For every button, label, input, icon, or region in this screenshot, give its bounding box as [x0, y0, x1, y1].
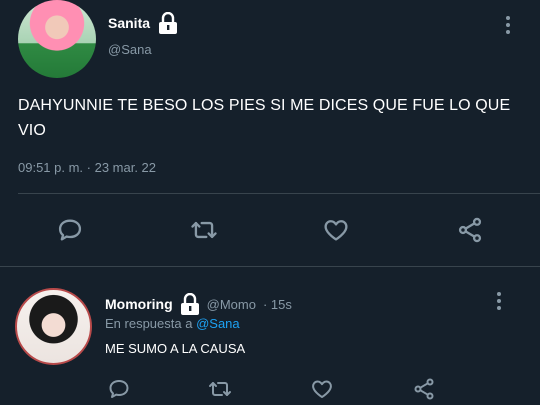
reply-author-row: Momoring @Momo · 15s	[105, 292, 292, 315]
reply-time: · 15s	[262, 296, 292, 312]
like-icon[interactable]	[306, 373, 338, 405]
lock-icon	[180, 292, 200, 315]
author-name-row: Sanita	[108, 11, 178, 34]
retweet-icon[interactable]	[188, 214, 220, 246]
timestamp[interactable]: 09:51 p. m. · 23 mar. 22	[18, 160, 156, 175]
comment-icon[interactable]	[103, 373, 135, 405]
more-options-icon[interactable]	[496, 292, 502, 314]
handle: @Momo	[206, 296, 256, 312]
more-options-icon[interactable]	[505, 16, 511, 38]
handle: @Sana	[108, 42, 152, 57]
share-icon[interactable]	[454, 214, 486, 246]
reply-text: ME SUMO A LA CAUSA	[105, 341, 246, 356]
avatar[interactable]	[18, 0, 96, 78]
tweet-text: DAHYUNNIE TE BESO LOS PIES SI ME DICES Q…	[18, 97, 511, 139]
divider	[18, 193, 540, 194]
reply-context: En respuesta a @Sana	[105, 316, 240, 331]
display-name[interactable]: Sanita	[108, 15, 150, 31]
reply-to-link[interactable]: @Sana	[196, 316, 240, 331]
display-name[interactable]: Momoring	[105, 296, 173, 312]
lock-icon	[158, 11, 178, 34]
divider	[0, 266, 540, 267]
avatar[interactable]	[15, 288, 92, 365]
like-icon[interactable]	[320, 214, 352, 246]
retweet-icon[interactable]	[204, 373, 236, 405]
comment-icon[interactable]	[54, 214, 86, 246]
share-icon[interactable]	[408, 373, 440, 405]
reply-prefix: En respuesta a	[105, 316, 193, 331]
